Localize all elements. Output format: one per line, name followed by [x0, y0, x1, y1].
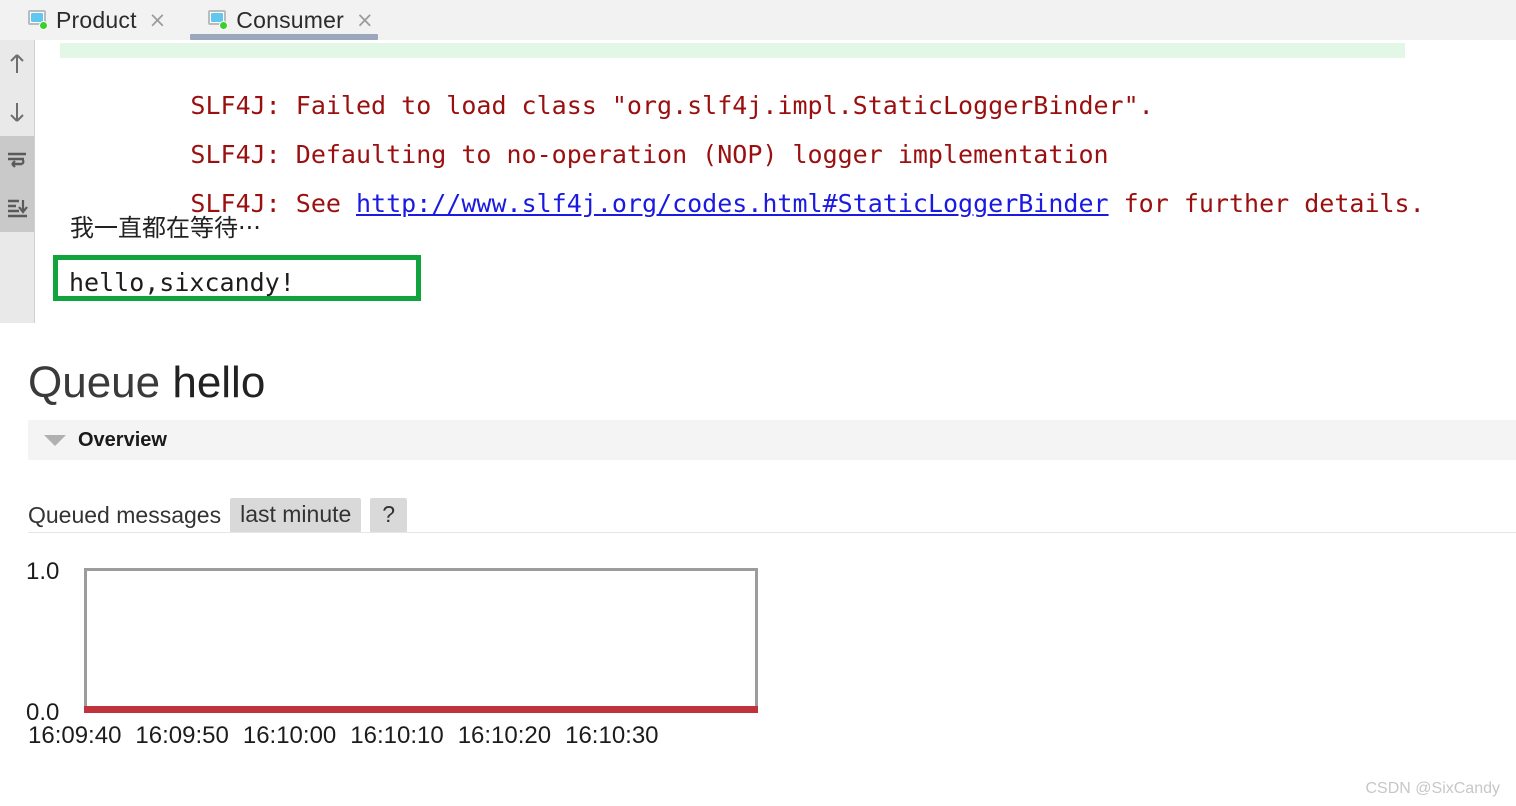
console-line-text: SLF4J: Defaulting to no-operation (NOP) …: [190, 140, 1109, 169]
console-line: SLF4J: See http://www.slf4j.org/codes.ht…: [70, 166, 1425, 241]
screenshot-root: Product × Consumer × SLF4J: Failed to lo…: [0, 0, 1516, 806]
x-axis-tick: 16:09:40: [28, 722, 122, 749]
time-range-chip[interactable]: last minute: [230, 498, 362, 533]
close-icon[interactable]: ×: [149, 9, 167, 31]
run-config-icon: [26, 10, 48, 30]
console-line-chinese: 我一直都在等待···: [70, 214, 261, 242]
queued-messages-label: Queued messages: [28, 502, 222, 528]
x-axis-tick: 16:10:00: [242, 722, 337, 749]
queued-messages-chart-plot-area: [84, 568, 758, 712]
tab-consumer-label: Consumer: [236, 6, 344, 33]
soft-wrap-icon[interactable]: [0, 136, 34, 184]
x-axis-tick: 16:09:50: [135, 722, 229, 749]
console-toolbar: [0, 40, 34, 232]
chevron-down-icon[interactable]: [44, 434, 66, 446]
console-highlight-band: [60, 43, 1405, 58]
help-chip[interactable]: ?: [370, 498, 408, 533]
overview-section-header[interactable]: Overview: [28, 420, 1516, 460]
console-panel: SLF4J: Failed to load class "org.slf4j.i…: [0, 40, 1516, 346]
tab-product-label: Product: [56, 6, 137, 33]
chart-series-total-line: [84, 706, 758, 713]
console-output[interactable]: SLF4J: Failed to load class "org.slf4j.i…: [35, 40, 1516, 323]
header-divider: [28, 532, 1516, 533]
tab-consumer[interactable]: Consumer ×: [180, 0, 388, 40]
rabbitmq-panel: Queue hello Overview Queued messages las…: [0, 330, 1516, 806]
x-axis-tick: 16:10:10: [350, 722, 444, 749]
y-axis-tick-top: 1.0: [26, 558, 60, 585]
watermark: CSDN @SixCandy: [1365, 780, 1501, 797]
console-line-text: SLF4J: Failed to load class "org.slf4j.i…: [190, 91, 1154, 120]
page-title: Queue hello: [28, 358, 265, 408]
up-arrow-icon[interactable]: [0, 40, 34, 88]
page-title-prefix: Queue: [28, 358, 173, 407]
console-line-suffix: for further details.: [1108, 189, 1425, 218]
queued-messages-header: Queued messages last minute ?: [28, 498, 408, 533]
close-icon[interactable]: ×: [356, 9, 374, 31]
x-axis-tick: 16:10:30: [565, 722, 659, 749]
tab-product[interactable]: Product ×: [0, 0, 180, 40]
scroll-to-end-icon[interactable]: [0, 184, 34, 232]
ide-tab-bar: Product × Consumer ×: [0, 0, 1516, 41]
page-title-queue-name: hello: [172, 358, 266, 407]
run-config-icon: [206, 10, 229, 30]
x-axis-tick: 16:10:20: [457, 722, 552, 749]
overview-section-title: Overview: [78, 428, 167, 451]
x-axis-ticks: 16:09:40 16:09:50 16:10:00 16:10:10 16:1…: [28, 722, 768, 750]
console-highlighted-output: hello,sixcandy!: [69, 268, 295, 297]
down-arrow-icon[interactable]: [0, 88, 34, 136]
slf4j-codes-link[interactable]: http://www.slf4j.org/codes.html#StaticLo…: [356, 189, 1109, 218]
